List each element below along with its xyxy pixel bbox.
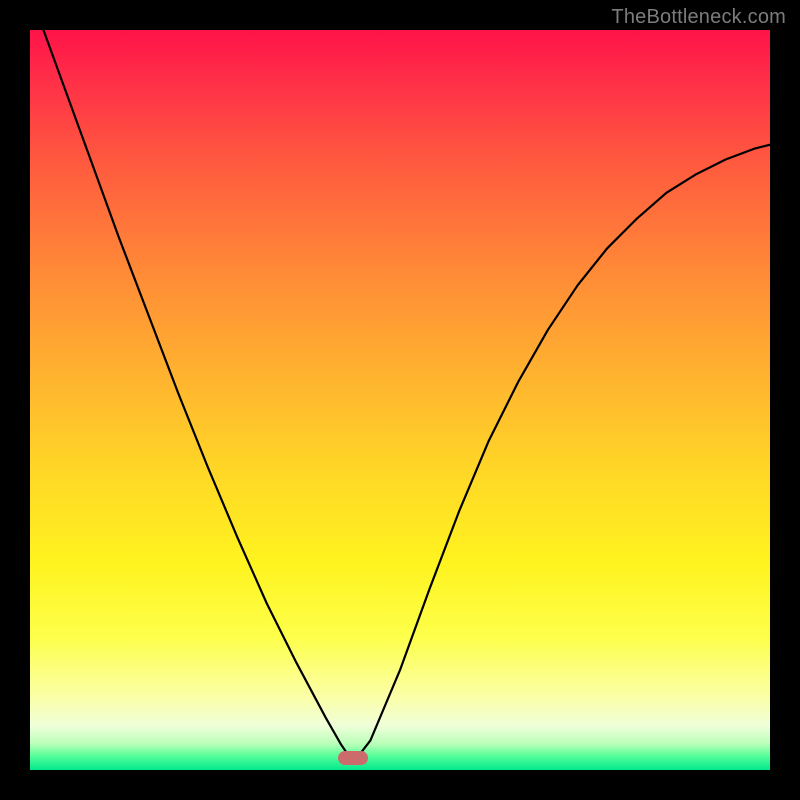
chart-frame: TheBottleneck.com bbox=[0, 0, 800, 800]
optimum-marker bbox=[338, 751, 368, 765]
plot-area bbox=[30, 30, 770, 770]
watermark-text: TheBottleneck.com bbox=[611, 6, 786, 29]
bottleneck-curve bbox=[30, 30, 770, 770]
